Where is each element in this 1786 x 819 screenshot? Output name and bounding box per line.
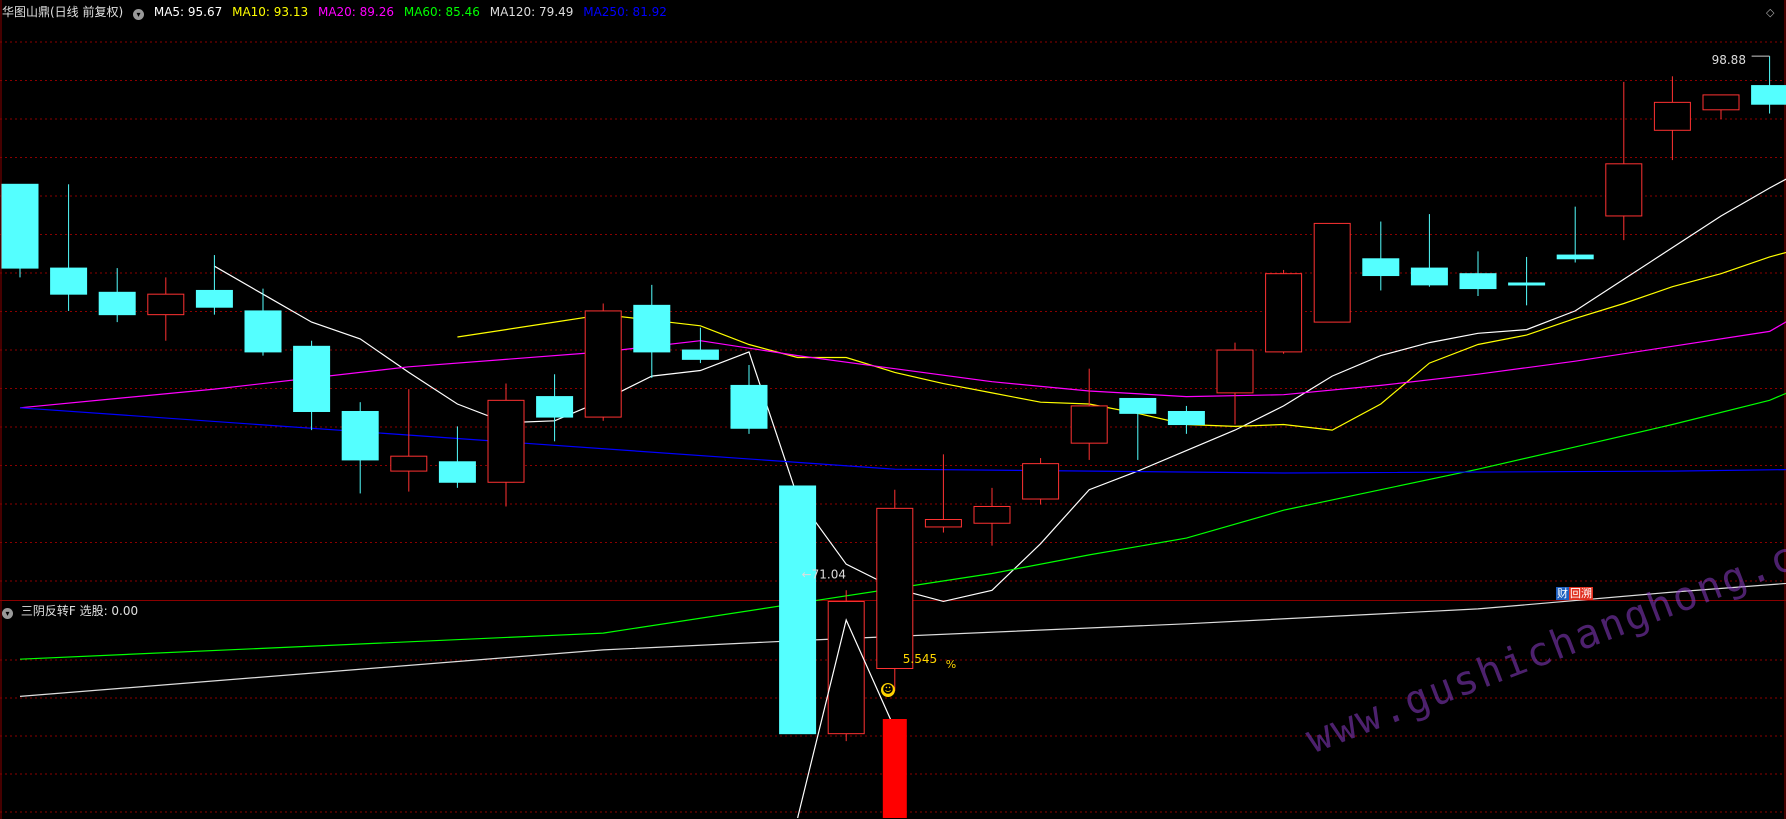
candle-body[interactable] bbox=[1167, 410, 1205, 426]
candle-body[interactable] bbox=[293, 345, 331, 412]
candle-body[interactable] bbox=[1119, 397, 1157, 414]
candle-body[interactable] bbox=[1751, 85, 1786, 105]
pct-unit: % bbox=[946, 658, 956, 671]
main-chart-header: 华图山鼎(日线 前复权) ▾ MA5: 95.67 MA10: 93.13 MA… bbox=[2, 4, 673, 20]
candle-body[interactable] bbox=[1702, 94, 1740, 111]
candle-body[interactable] bbox=[1362, 258, 1400, 277]
indicator-value: 选股: 0.00 bbox=[79, 604, 139, 618]
ma-line-ma250 bbox=[19, 407, 1786, 474]
collapse-toggle-icon[interactable]: ▾ bbox=[133, 9, 145, 20]
candle-body[interactable] bbox=[1653, 101, 1691, 131]
candle-body[interactable] bbox=[98, 291, 136, 316]
expand-icon[interactable]: ◇ bbox=[1766, 6, 1774, 19]
candle-body[interactable] bbox=[536, 396, 574, 418]
candle-body[interactable] bbox=[1070, 405, 1108, 444]
candle-body[interactable] bbox=[390, 455, 428, 472]
candle-body[interactable] bbox=[1508, 282, 1546, 286]
candle-body[interactable] bbox=[1, 183, 39, 269]
ma5-label: MA5: 95.67 bbox=[153, 5, 223, 19]
candle-body[interactable] bbox=[876, 507, 914, 669]
candle-body[interactable] bbox=[438, 461, 476, 483]
candle-body[interactable] bbox=[633, 304, 671, 353]
candle-body[interactable] bbox=[730, 384, 768, 429]
signal-bar[interactable] bbox=[882, 719, 907, 818]
ma10-label: MA10: 93.13 bbox=[232, 5, 309, 19]
indicator-toggle-icon[interactable]: ▾ bbox=[2, 608, 13, 619]
finance-badge[interactable]: 财 bbox=[1556, 587, 1569, 600]
indicator-name[interactable]: 三阴反转F bbox=[21, 604, 76, 618]
candle-body[interactable] bbox=[1265, 273, 1303, 353]
ma-line-ma5 bbox=[214, 178, 1786, 603]
candle-body[interactable] bbox=[50, 267, 88, 295]
ma-line-ma20 bbox=[19, 321, 1786, 409]
candle-body[interactable] bbox=[973, 505, 1011, 524]
candlestick-chart[interactable]: 98.88 ←71.04 5.545% bbox=[0, 0, 1786, 819]
ma250-label: MA250: 81.92 bbox=[583, 5, 667, 19]
candle-body[interactable] bbox=[779, 485, 817, 735]
indicator-header: ▾ 三阴反转F 选股: 0.00 bbox=[2, 603, 138, 619]
backtest-badge[interactable]: 回溯 bbox=[1569, 587, 1593, 600]
stock-title[interactable]: 华图山鼎(日线 前复权) bbox=[2, 5, 123, 19]
candle-body[interactable] bbox=[1410, 267, 1448, 286]
candle-body[interactable] bbox=[195, 289, 233, 308]
candle-body[interactable] bbox=[1313, 222, 1351, 323]
finance-backtest-badge[interactable]: 财回溯 bbox=[1556, 587, 1593, 601]
high-label: 98.88 bbox=[1712, 53, 1746, 67]
ma20-label: MA20: 89.26 bbox=[317, 5, 395, 19]
candle-body[interactable] bbox=[584, 310, 622, 418]
candle-body[interactable] bbox=[244, 310, 282, 353]
candle-body[interactable] bbox=[341, 410, 379, 461]
candle-body[interactable] bbox=[147, 293, 185, 316]
candle-body[interactable] bbox=[1216, 349, 1254, 394]
candle-body[interactable] bbox=[1022, 463, 1060, 500]
candle-body[interactable] bbox=[681, 349, 719, 360]
ma120-label: MA120: 79.49 bbox=[489, 5, 574, 19]
candle-body[interactable] bbox=[1605, 163, 1643, 217]
low-label: ←71.04 bbox=[802, 568, 846, 582]
candle-body[interactable] bbox=[924, 519, 962, 528]
smiley-icon: ☻ bbox=[881, 683, 895, 697]
candle-body[interactable] bbox=[487, 399, 525, 483]
candle-body[interactable] bbox=[1459, 273, 1497, 290]
pct-label: 5.545 bbox=[903, 652, 937, 666]
candle-body[interactable] bbox=[1556, 254, 1594, 260]
ma60-label: MA60: 85.46 bbox=[403, 5, 480, 19]
